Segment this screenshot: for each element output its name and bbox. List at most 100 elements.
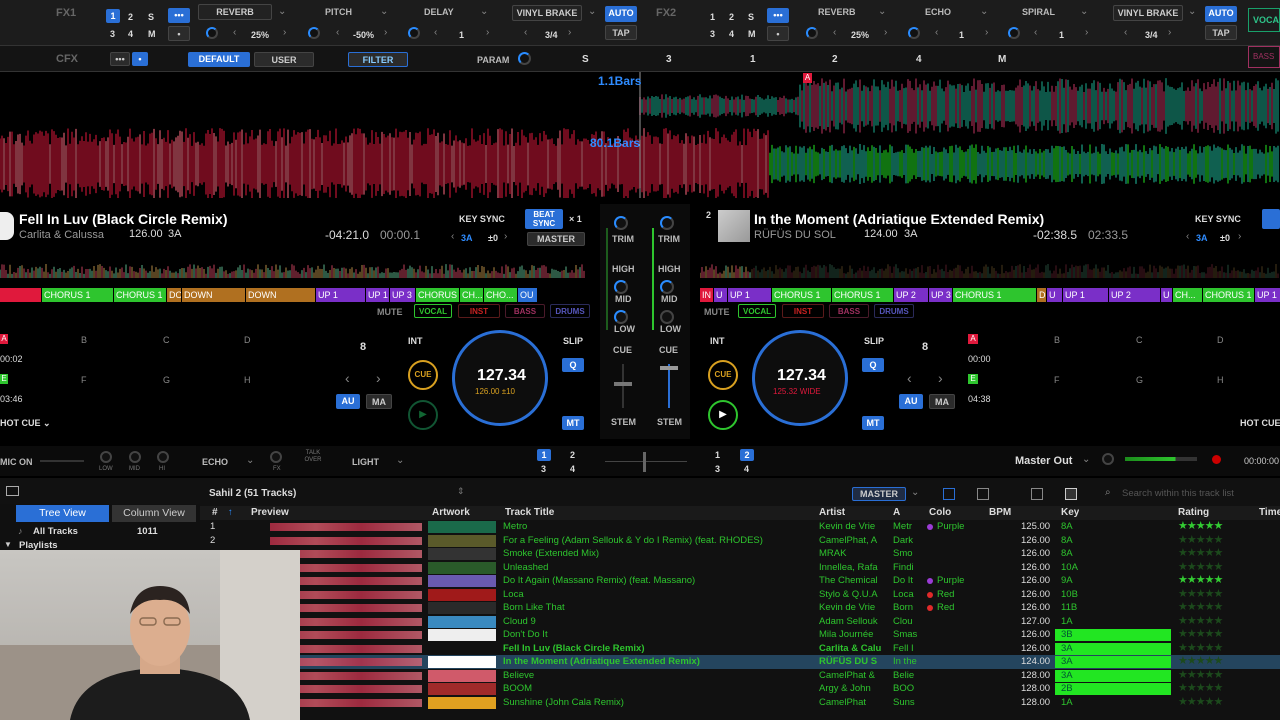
chevron-left-icon[interactable]: ‹ — [233, 27, 236, 38]
column-header-num[interactable]: # — [212, 506, 218, 520]
chevron-left-icon[interactable]: ‹ — [451, 231, 454, 242]
detail-view-icon[interactable] — [977, 488, 989, 500]
deck1-quantize-button[interactable]: Q — [562, 358, 584, 372]
chevron-down-icon[interactable]: ⌄ — [480, 6, 488, 17]
chevron-right-icon[interactable]: › — [376, 370, 381, 386]
master-level-knob[interactable] — [1102, 453, 1114, 465]
browser-master-button[interactable]: MASTER — [852, 487, 906, 501]
deck1-int-select[interactable]: INT — [408, 336, 423, 346]
deck1-phrase-8[interactable]: CHORUS 1 — [416, 288, 459, 302]
cfx-dot-button[interactable]: • — [132, 52, 148, 66]
deck1-stem-bass[interactable]: BASS — [505, 304, 545, 318]
column-header-rating[interactable]: Rating — [1178, 506, 1209, 520]
deck2-phrase-10[interactable]: UP 1 — [1063, 288, 1108, 302]
master-out-select[interactable]: Master Out — [1015, 455, 1072, 467]
chevron-right-icon[interactable]: › — [1238, 231, 1241, 242]
chevron-left-icon[interactable]: ‹ — [336, 27, 339, 38]
fx2-beat-s[interactable]: S — [748, 12, 754, 22]
deck1-phrase-0[interactable]: CHORUS 1 — [42, 288, 113, 302]
deck1-pad-c[interactable]: C — [163, 335, 170, 345]
deck2-phrase-6[interactable]: UP 3 — [929, 288, 952, 302]
chevron-left-icon[interactable]: ‹ — [935, 27, 938, 38]
rating-stars[interactable]: ★★★★★ — [1178, 669, 1254, 683]
column-header-a[interactable]: A — [893, 506, 900, 520]
deck1-phrase-3[interactable]: DOWN — [182, 288, 245, 302]
cfx-step-3[interactable]: 3 — [666, 54, 672, 65]
rating-stars[interactable]: ★★★★★ — [1178, 534, 1254, 548]
waveform-overview[interactable]: 1.1Bars 80.1Bars A — [0, 72, 1280, 198]
mic-on-label[interactable]: MIC ON — [0, 457, 33, 467]
deck1-slip-button[interactable]: SLIP — [563, 336, 583, 346]
chevron-right-icon[interactable]: › — [938, 370, 943, 386]
fx2-slot4-select[interactable]: VINYL BRAKE — [1113, 5, 1183, 21]
deck2-phrase-13[interactable]: CH... — [1173, 288, 1202, 302]
deck2-beatsync-button[interactable] — [1262, 209, 1280, 229]
deck2-hotcue-label[interactable]: HOT CUE — [1240, 418, 1280, 428]
chevron-left-icon[interactable]: ‹ — [833, 27, 836, 38]
deck1-overview-waveform[interactable] — [0, 252, 585, 278]
deck1-phrase-intro[interactable] — [0, 288, 41, 302]
deck2-pad-f[interactable]: F — [1054, 375, 1060, 385]
left-deck-3-button[interactable]: 3 — [541, 464, 546, 474]
rating-stars[interactable]: ★★★★★ — [1178, 655, 1254, 669]
ch2-low-knob[interactable] — [660, 310, 674, 324]
deck2-mt-button[interactable]: MT — [862, 416, 884, 430]
chevron-right-icon[interactable]: › — [568, 27, 571, 38]
fx1-slot3-name[interactable]: DELAY — [424, 7, 454, 17]
column-header-color[interactable]: Colo — [929, 506, 951, 520]
column-header-artist[interactable]: Artist — [819, 506, 845, 520]
deck2-pad-b[interactable]: B — [1054, 335, 1060, 345]
search-icon[interactable]: ⌕ — [1105, 487, 1111, 498]
fx1-dot-button[interactable]: • — [168, 26, 190, 41]
chevron-down-icon[interactable]: ⌄ — [380, 6, 388, 17]
fx2-slot2-name[interactable]: ECHO — [925, 7, 951, 17]
ch1-cue-button[interactable]: CUE — [613, 345, 632, 355]
chevron-left-icon[interactable]: ‹ — [907, 370, 912, 386]
deck1-cue-button[interactable]: CUE — [408, 360, 438, 390]
chevron-down-icon[interactable]: ⌄ — [911, 487, 919, 498]
chevron-left-icon[interactable]: ‹ — [1034, 27, 1037, 38]
chevron-down-icon[interactable]: ⌄ — [1188, 6, 1196, 17]
deck2-ma-button[interactable]: MA — [929, 394, 955, 409]
deck1-phrase-5[interactable]: UP 1 — [316, 288, 365, 302]
deck2-stem-bass[interactable]: BASS — [829, 304, 869, 318]
deck2-phrase-9[interactable]: U — [1047, 288, 1062, 302]
chevron-down-icon[interactable]: ⌄ — [278, 6, 286, 17]
deck1-pad-b[interactable]: B — [81, 335, 87, 345]
fx2-slot3-name[interactable]: SPIRAL — [1022, 7, 1055, 17]
fx1-slot3-knob[interactable] — [408, 27, 420, 39]
deck2-phrase-11[interactable]: UP 2 — [1109, 288, 1160, 302]
deck1-phrase-6[interactable]: UP 1 — [366, 288, 389, 302]
right-deck-4-button[interactable]: 4 — [744, 464, 749, 474]
ch2-stem-button[interactable]: STEM — [657, 417, 682, 427]
deck2-phrase-1[interactable]: U — [714, 288, 727, 302]
deck1-loop-length[interactable]: 8 — [360, 341, 366, 353]
deck1-phrase-10[interactable]: CHO... — [484, 288, 517, 302]
browser-layout-icon[interactable] — [6, 486, 19, 496]
chevron-right-icon[interactable]: › — [384, 27, 387, 38]
fx1-more-button[interactable]: ••• — [168, 8, 190, 23]
deck2-pad-e[interactable]: E — [968, 374, 978, 384]
table-row[interactable]: 1 Metro Kevin de Vrie Metr Purple 125.00 8A ★★★… — [0, 520, 1280, 534]
deck2-jog-wheel[interactable]: 127.34 125.32 WIDE — [752, 330, 848, 426]
chevron-right-icon[interactable]: › — [985, 27, 988, 38]
ch2-mid-knob[interactable] — [660, 280, 674, 294]
deck2-stem-drums[interactable]: DRUMS — [874, 304, 914, 318]
fx1-slot1-knob[interactable] — [206, 27, 218, 39]
fx1-slot1-select[interactable]: REVERB — [198, 4, 272, 20]
fx2-beat-3[interactable]: 3 — [710, 29, 715, 39]
deck2-phrase-7[interactable]: CHORUS 1 — [953, 288, 1036, 302]
deck1-jog-wheel[interactable]: 127.34 126.00 ±10 — [452, 330, 548, 426]
ch2-fader[interactable] — [660, 366, 678, 370]
column-header-preview[interactable]: Preview — [251, 506, 289, 520]
deck1-pad-f[interactable]: F — [81, 375, 87, 385]
fx2-dot-button[interactable]: • — [767, 26, 789, 41]
mic-slider[interactable] — [40, 460, 84, 462]
fx1-tap-button[interactable]: TAP — [605, 25, 637, 40]
column-header-artwork[interactable]: Artwork — [432, 506, 470, 520]
mic-mid-knob[interactable] — [129, 451, 141, 463]
rating-stars[interactable]: ★★★★★ — [1178, 561, 1254, 575]
deck2-pad-h[interactable]: H — [1217, 375, 1224, 385]
fx2-slot3-knob[interactable] — [1008, 27, 1020, 39]
fx2-tap-button[interactable]: TAP — [1205, 25, 1237, 40]
